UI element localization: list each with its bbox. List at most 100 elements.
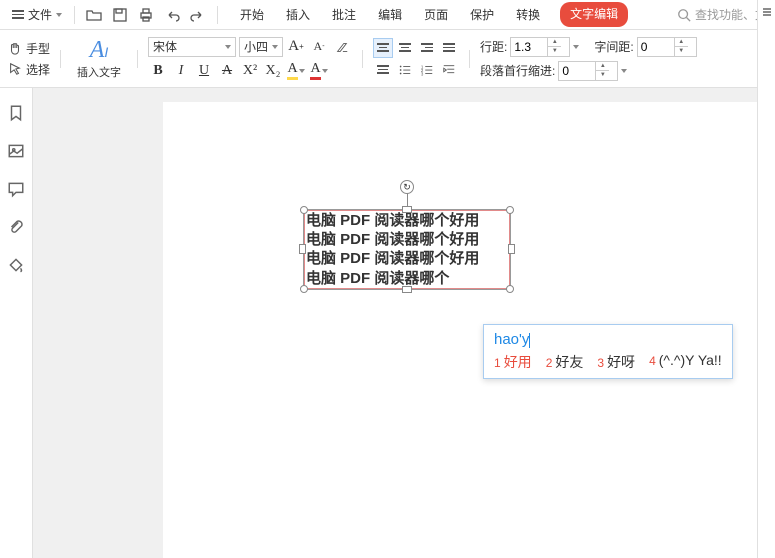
ime-candidate[interactable]: 4(^.^)Y Ya!! bbox=[649, 352, 722, 372]
resize-handle[interactable] bbox=[300, 285, 308, 293]
first-indent-input[interactable]: ▲▼ bbox=[558, 61, 618, 81]
align-center-button[interactable] bbox=[395, 38, 415, 58]
tab-comment[interactable]: 批注 bbox=[330, 2, 358, 27]
text-box[interactable]: ↻ 电脑 PDF 阅读器哪个好用 电脑 PDF 阅读器哪个好用 电脑 PDF 阅… bbox=[303, 209, 511, 290]
tab-convert[interactable]: 转换 bbox=[514, 2, 542, 27]
resize-handle[interactable] bbox=[508, 244, 515, 254]
first-indent-label: 段落首行缩进: bbox=[480, 62, 555, 79]
divider bbox=[74, 6, 75, 24]
resize-handle[interactable] bbox=[300, 206, 308, 214]
comment-icon[interactable] bbox=[7, 180, 25, 198]
resize-handle[interactable] bbox=[506, 206, 514, 214]
hamburger-icon bbox=[12, 10, 24, 19]
font-family-select[interactable]: 宋体 bbox=[148, 37, 236, 57]
attachment-icon[interactable] bbox=[7, 218, 25, 236]
align-justify-button[interactable] bbox=[439, 38, 459, 58]
line-spacing-label: 行距: bbox=[480, 38, 507, 55]
resize-handle[interactable] bbox=[299, 244, 306, 254]
ime-candidate[interactable]: 1好用 bbox=[494, 352, 532, 372]
select-tool[interactable]: 选择 bbox=[8, 61, 50, 78]
text-line: 电脑 PDF 阅读器哪个好用 bbox=[306, 211, 508, 230]
save-icon[interactable] bbox=[109, 4, 131, 26]
top-bar: 文件 开始 插入 批注 编辑 页面 保护 转换 文字编辑 查找功能、文 bbox=[0, 0, 775, 30]
tab-text-edit[interactable]: 文字编辑 bbox=[560, 2, 628, 27]
insert-text-icon: AI bbox=[90, 37, 109, 64]
file-menu[interactable]: 文件 bbox=[8, 4, 66, 25]
font-controls: 宋体 小四 A+ A- B I U A X² X₂ A A bbox=[148, 37, 352, 81]
align-buttons: 123 bbox=[373, 38, 459, 80]
right-bar bbox=[757, 0, 775, 558]
text-line: 电脑 PDF 阅读器哪个好用 bbox=[306, 230, 508, 249]
svg-text:3: 3 bbox=[421, 71, 424, 76]
indent-button[interactable] bbox=[439, 60, 459, 80]
rotate-handle[interactable]: ↻ bbox=[400, 180, 414, 194]
divider bbox=[217, 6, 218, 24]
collapse-icon[interactable] bbox=[761, 6, 773, 18]
image-icon[interactable] bbox=[7, 142, 25, 160]
redo-icon[interactable] bbox=[187, 4, 209, 26]
line-spacing-input[interactable]: ▲▼ bbox=[510, 37, 570, 57]
canvas[interactable]: ↻ 电脑 PDF 阅读器哪个好用 电脑 PDF 阅读器哪个好用 电脑 PDF 阅… bbox=[33, 88, 775, 558]
bold-button[interactable]: B bbox=[148, 61, 168, 81]
char-spacing-label: 字间距: bbox=[594, 38, 633, 55]
bookmark-icon[interactable] bbox=[7, 104, 25, 122]
align-top-button[interactable] bbox=[373, 60, 393, 80]
workspace: ↻ 电脑 PDF 阅读器哪个好用 电脑 PDF 阅读器哪个好用 电脑 PDF 阅… bbox=[0, 88, 775, 558]
align-left-button[interactable] bbox=[373, 38, 393, 58]
text-line: 电脑 PDF 阅读器哪个好用 bbox=[306, 249, 508, 268]
tab-insert[interactable]: 插入 bbox=[284, 2, 312, 27]
ime-candidates: 1好用 2好友 3好呀 4(^.^)Y Ya!! bbox=[494, 352, 722, 372]
tab-edit[interactable]: 编辑 bbox=[376, 2, 404, 27]
ime-candidate[interactable]: 2好友 bbox=[546, 352, 584, 372]
divider bbox=[469, 50, 470, 68]
bullets-button[interactable] bbox=[395, 60, 415, 80]
cursor-icon bbox=[8, 62, 22, 76]
file-menu-label: 文件 bbox=[28, 6, 52, 23]
undo-icon[interactable] bbox=[161, 4, 183, 26]
ribbon: 手型 选择 AI 插入文字 宋体 小四 A+ A- B I U A X² X₂ … bbox=[0, 30, 775, 88]
italic-button[interactable]: I bbox=[171, 61, 191, 81]
fill-icon[interactable] bbox=[7, 256, 25, 274]
grow-font-button[interactable]: A+ bbox=[286, 37, 306, 57]
ime-popup[interactable]: hao'y 1好用 2好友 3好呀 4(^.^)Y Ya!! bbox=[483, 324, 733, 379]
char-spacing-input[interactable]: ▲▼ bbox=[637, 37, 697, 57]
numbering-button[interactable]: 123 bbox=[417, 60, 437, 80]
print-icon[interactable] bbox=[135, 4, 157, 26]
ime-candidate[interactable]: 3好呀 bbox=[597, 352, 635, 372]
resize-handle[interactable] bbox=[402, 206, 412, 213]
resize-handle[interactable] bbox=[506, 285, 514, 293]
hand-tool[interactable]: 手型 bbox=[8, 40, 50, 57]
superscript-button[interactable]: X² bbox=[240, 61, 260, 81]
divider bbox=[362, 50, 363, 68]
spacing-controls: 行距: ▲▼ 字间距: ▲▼ 段落首行缩进: ▲▼ bbox=[480, 37, 697, 81]
insert-text-tool[interactable]: AI 插入文字 bbox=[71, 35, 127, 82]
font-color-button[interactable]: A bbox=[309, 61, 329, 81]
page: ↻ 电脑 PDF 阅读器哪个好用 电脑 PDF 阅读器哪个好用 电脑 PDF 阅… bbox=[163, 102, 775, 558]
clear-format-button[interactable] bbox=[332, 37, 352, 57]
tab-protect[interactable]: 保护 bbox=[468, 2, 496, 27]
open-icon[interactable] bbox=[83, 4, 105, 26]
text-content[interactable]: 电脑 PDF 阅读器哪个好用 电脑 PDF 阅读器哪个好用 电脑 PDF 阅读器… bbox=[304, 210, 510, 289]
hand-icon bbox=[8, 41, 22, 55]
font-size-select[interactable]: 小四 bbox=[239, 37, 283, 57]
shrink-font-button[interactable]: A- bbox=[309, 37, 329, 57]
search-box[interactable]: 查找功能、文 bbox=[677, 6, 767, 23]
search-icon bbox=[677, 8, 691, 22]
tab-page[interactable]: 页面 bbox=[422, 2, 450, 27]
highlight-button[interactable]: A bbox=[286, 61, 306, 81]
subscript-button[interactable]: X₂ bbox=[263, 61, 283, 81]
align-right-button[interactable] bbox=[417, 38, 437, 58]
mode-tools: 手型 选择 bbox=[8, 40, 50, 78]
left-sidebar bbox=[0, 88, 33, 558]
chevron-down-icon[interactable] bbox=[573, 45, 579, 49]
ime-input: hao'y bbox=[494, 331, 529, 348]
divider bbox=[60, 50, 61, 68]
strike-button[interactable]: A bbox=[217, 61, 237, 81]
tab-start[interactable]: 开始 bbox=[238, 2, 266, 27]
main-tabs: 开始 插入 批注 编辑 页面 保护 转换 文字编辑 bbox=[238, 2, 628, 27]
underline-button[interactable]: U bbox=[194, 61, 214, 81]
divider bbox=[137, 50, 138, 68]
resize-handle[interactable] bbox=[402, 286, 412, 293]
chevron-down-icon[interactable] bbox=[621, 69, 627, 73]
chevron-down-icon bbox=[56, 13, 62, 17]
